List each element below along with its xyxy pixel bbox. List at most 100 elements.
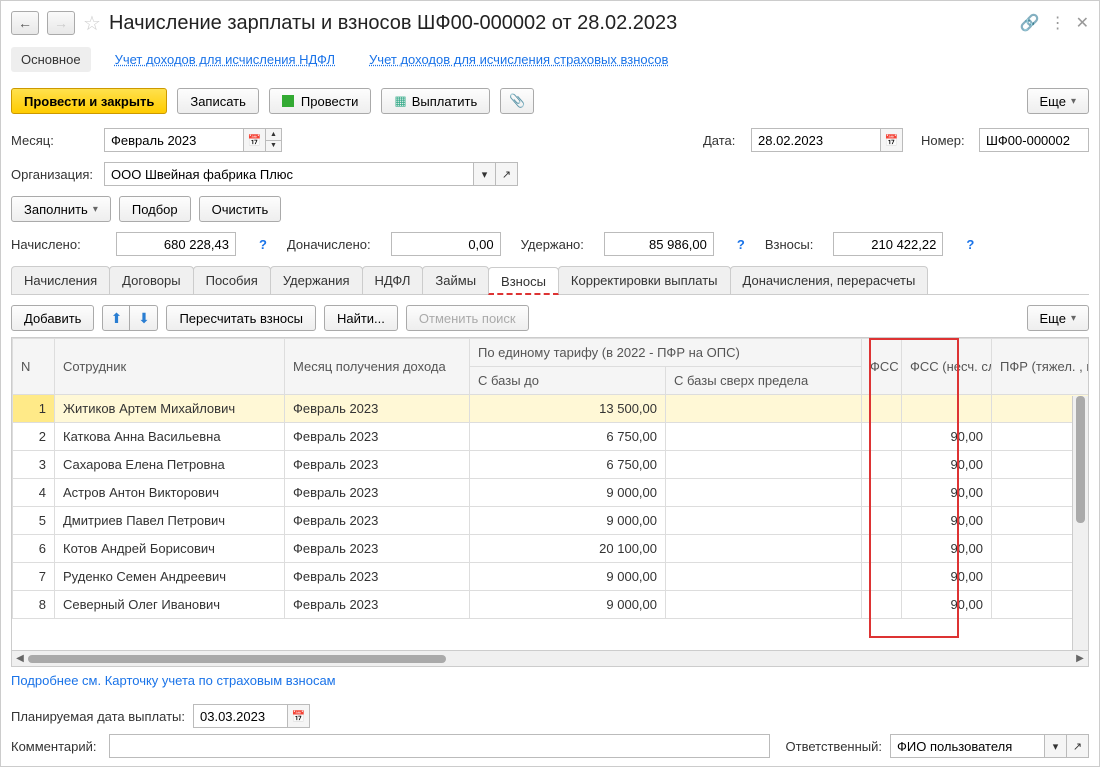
grid-more-button[interactable]: Еще bbox=[1027, 305, 1089, 331]
pay-button[interactable]: ▦ Выплатить bbox=[381, 88, 490, 114]
tab-0[interactable]: Начисления bbox=[11, 266, 110, 294]
find-button[interactable]: Найти... bbox=[324, 305, 398, 331]
tab-1[interactable]: Договоры bbox=[109, 266, 193, 294]
table-row[interactable]: 5Дмитриев Павел ПетровичФевраль 20239 00… bbox=[13, 507, 1089, 535]
tab-7[interactable]: Корректировки выплаты bbox=[558, 266, 731, 294]
more-info-link[interactable]: Подробнее см. Карточку учета по страховы… bbox=[11, 673, 1089, 688]
nav-tab-insurance[interactable]: Учет доходов для исчисления страховых вз… bbox=[359, 47, 678, 72]
scroll-left-icon[interactable]: ◀ bbox=[13, 652, 27, 666]
table-row[interactable]: 6Котов Андрей БорисовичФевраль 202320 10… bbox=[13, 535, 1089, 563]
calendar-icon[interactable]: 📅 bbox=[288, 704, 310, 728]
resp-input[interactable] bbox=[890, 734, 1045, 758]
plan-date-input[interactable] bbox=[193, 704, 288, 728]
add-accrued-input[interactable] bbox=[391, 232, 501, 256]
month-up-icon[interactable]: ▲ bbox=[266, 129, 281, 141]
col-pfr-header[interactable]: ПФР (тяжел. , кл. bbox=[992, 339, 1089, 395]
post-button[interactable]: Провести bbox=[269, 88, 372, 114]
nav-tab-main[interactable]: Основное bbox=[11, 47, 91, 72]
plan-date-label: Планируемая дата выплаты: bbox=[11, 709, 185, 724]
titlebar: ← → ☆ Начисление зарплаты и взносов ШФ00… bbox=[11, 9, 1089, 37]
number-input[interactable] bbox=[979, 128, 1089, 152]
date-label: Дата: bbox=[703, 133, 743, 148]
col-month-header[interactable]: Месяц получения дохода bbox=[285, 339, 470, 395]
table-row[interactable]: 2Каткова Анна ВасильевнаФевраль 20236 75… bbox=[13, 423, 1089, 451]
dropdown-icon[interactable]: ▾ bbox=[474, 162, 496, 186]
org-input[interactable] bbox=[104, 162, 474, 186]
nav-forward-button[interactable]: → bbox=[47, 11, 75, 35]
date-input[interactable] bbox=[751, 128, 881, 152]
month-down-icon[interactable]: ▼ bbox=[266, 141, 281, 152]
move-down-button[interactable]: ⬇ bbox=[130, 305, 158, 331]
tab-4[interactable]: НДФЛ bbox=[362, 266, 424, 294]
paperclip-icon: 📎 bbox=[509, 93, 525, 109]
horizontal-scrollbar[interactable]: ◀ ▶ bbox=[12, 650, 1088, 666]
col-tarif1-header[interactable]: С базы до bbox=[470, 367, 666, 395]
help-icon[interactable]: ? bbox=[259, 237, 267, 252]
withheld-input[interactable] bbox=[604, 232, 714, 256]
add-accrued-label: Доначислено: bbox=[287, 237, 371, 252]
cancel-find-button: Отменить поиск bbox=[406, 305, 529, 331]
pay-icon: ▦ bbox=[394, 93, 406, 109]
fill-button[interactable]: Заполнить bbox=[11, 196, 111, 222]
nav-back-button[interactable]: ← bbox=[11, 11, 39, 35]
page-title: Начисление зарплаты и взносов ШФ00-00000… bbox=[109, 12, 1012, 35]
org-label: Организация: bbox=[11, 167, 96, 182]
table-row[interactable]: 1Житиков Артем МихайловичФевраль 202313 … bbox=[13, 395, 1089, 423]
table-row[interactable]: 8Северный Олег ИвановичФевраль 20239 000… bbox=[13, 591, 1089, 619]
dropdown-icon[interactable]: ▾ bbox=[1045, 734, 1067, 758]
tab-3[interactable]: Удержания bbox=[270, 266, 363, 294]
open-ref-icon[interactable]: ↗ bbox=[1067, 734, 1089, 758]
open-ref-icon[interactable]: ↗ bbox=[496, 162, 518, 186]
scroll-right-icon[interactable]: ▶ bbox=[1073, 652, 1087, 666]
recalc-button[interactable]: Пересчитать взносы bbox=[166, 305, 316, 331]
col-fss-header[interactable]: ФСС bbox=[862, 339, 902, 395]
save-button[interactable]: Записать bbox=[177, 88, 259, 114]
nav-tab-ndfl[interactable]: Учет доходов для исчисления НДФЛ bbox=[105, 47, 345, 72]
contrib-input[interactable] bbox=[833, 232, 943, 256]
favorite-star-icon[interactable]: ☆ bbox=[83, 11, 101, 36]
col-tarif2-header[interactable]: С базы сверх предела bbox=[666, 367, 862, 395]
vertical-scrollbar[interactable] bbox=[1072, 396, 1088, 650]
pay-label: Выплатить bbox=[412, 94, 478, 109]
tab-8[interactable]: Доначисления, перерасчеты bbox=[730, 266, 929, 294]
tab-6[interactable]: Взносы bbox=[488, 267, 559, 295]
attachment-button[interactable]: 📎 bbox=[500, 88, 534, 114]
col-tarif-header[interactable]: По единому тарифу (в 2022 - ПФР на ОПС) bbox=[470, 339, 862, 367]
number-label: Номер: bbox=[921, 133, 971, 148]
close-icon[interactable]: ✕ bbox=[1076, 13, 1089, 33]
more-vertical-icon[interactable]: ⋮ bbox=[1050, 13, 1066, 33]
help-icon[interactable]: ? bbox=[966, 237, 974, 252]
add-row-button[interactable]: Добавить bbox=[11, 305, 94, 331]
contrib-label: Взносы: bbox=[765, 237, 814, 252]
comment-input[interactable] bbox=[109, 734, 770, 758]
detail-tabs: НачисленияДоговорыПособияУдержанияНДФЛЗа… bbox=[11, 266, 1089, 295]
col-n-header[interactable]: N bbox=[13, 339, 55, 395]
move-up-button[interactable]: ⬆ bbox=[102, 305, 130, 331]
command-bar: Провести и закрыть Записать Провести ▦ Вы… bbox=[11, 88, 1089, 114]
navigation-tabs: Основное Учет доходов для исчисления НДФ… bbox=[11, 47, 1089, 72]
table-row[interactable]: 4Астров Антон ВикторовичФевраль 20239 00… bbox=[13, 479, 1089, 507]
month-input[interactable] bbox=[104, 128, 244, 152]
tab-5[interactable]: Займы bbox=[422, 266, 489, 294]
col-fssn-header[interactable]: ФСС (несч. случ.) bbox=[902, 339, 992, 395]
accrued-input[interactable] bbox=[116, 232, 236, 256]
more-button[interactable]: Еще bbox=[1027, 88, 1089, 114]
resp-label: Ответственный: bbox=[786, 739, 882, 754]
clear-button[interactable]: Очистить bbox=[199, 196, 282, 222]
col-emp-header[interactable]: Сотрудник bbox=[55, 339, 285, 395]
comment-label: Комментарий: bbox=[11, 739, 101, 754]
link-icon[interactable]: 🔗 bbox=[1020, 13, 1040, 33]
post-and-close-button[interactable]: Провести и закрыть bbox=[11, 88, 167, 114]
calendar-icon[interactable]: 📅 bbox=[244, 128, 266, 152]
post-label: Провести bbox=[301, 94, 359, 109]
select-button[interactable]: Подбор bbox=[119, 196, 191, 222]
post-icon bbox=[282, 95, 294, 107]
help-icon[interactable]: ? bbox=[737, 237, 745, 252]
calendar-icon[interactable]: 📅 bbox=[881, 128, 903, 152]
withheld-label: Удержано: bbox=[521, 237, 584, 252]
accrued-label: Начислено: bbox=[11, 237, 96, 252]
table-row[interactable]: 7Руденко Семен АндреевичФевраль 20239 00… bbox=[13, 563, 1089, 591]
grid: N Сотрудник Месяц получения дохода По ед… bbox=[11, 337, 1089, 667]
tab-2[interactable]: Пособия bbox=[193, 266, 271, 294]
table-row[interactable]: 3Сахарова Елена ПетровнаФевраль 20236 75… bbox=[13, 451, 1089, 479]
